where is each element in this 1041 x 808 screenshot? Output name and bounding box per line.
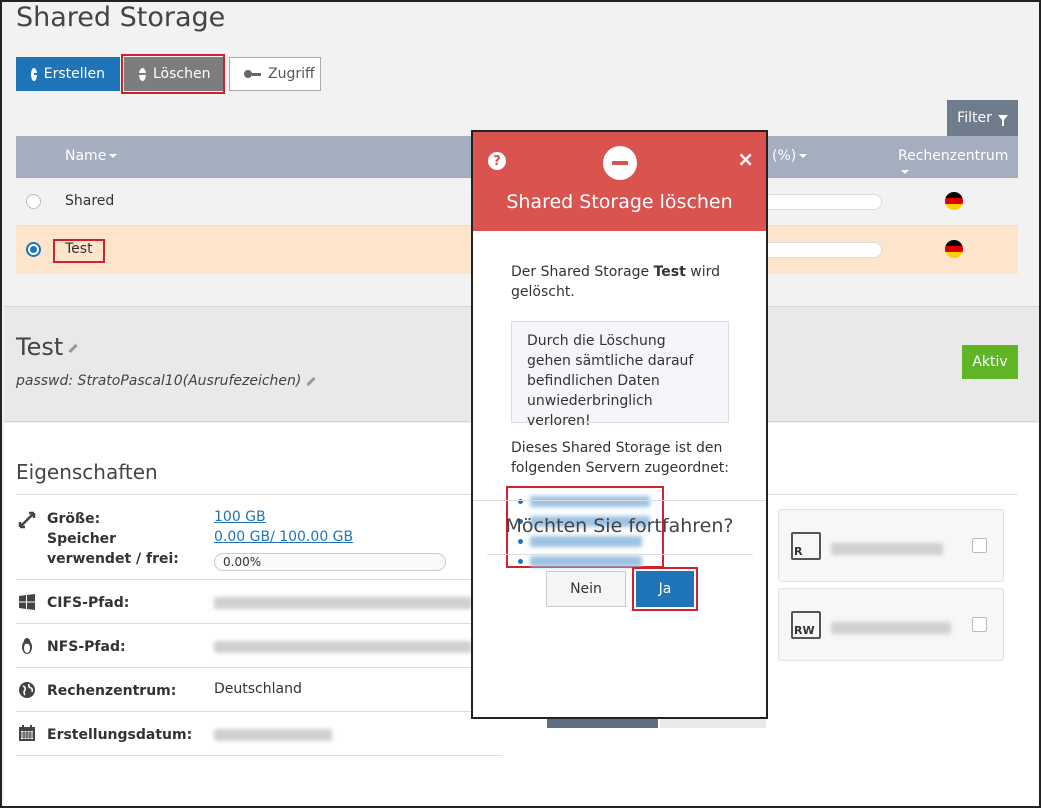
datacenter-value: Deutschland	[214, 681, 302, 697]
usage-progress: 0.00%	[214, 553, 446, 571]
detail-title: Test	[16, 333, 78, 361]
yes-button-highlight	[632, 567, 698, 611]
property-nfs: NFS-Pfad:	[16, 625, 502, 668]
properties-title: Eigenschaften	[16, 460, 158, 484]
server-card[interactable]: R	[778, 509, 1004, 582]
server-checkbox[interactable]	[972, 617, 987, 632]
calendar-icon	[19, 725, 35, 741]
property-created: Erstellungsdatum:	[16, 713, 502, 756]
key-icon	[244, 70, 261, 78]
page-title: Shared Storage	[16, 2, 226, 33]
column-header-usage[interactable]: (%)	[772, 148, 808, 164]
create-button[interactable]: Erstellen	[16, 57, 120, 91]
dialog-message: Der Shared Storage Test wird gelöscht.	[511, 264, 720, 300]
no-button[interactable]: Nein	[546, 571, 626, 607]
cifs-label: CIFS-Pfad:	[47, 595, 130, 611]
size-label: Größe:	[47, 511, 101, 527]
nfs-label: NFS-Pfad:	[47, 639, 126, 655]
size-value[interactable]: 100 GB	[214, 509, 266, 525]
assigned-servers-text: Dieses Shared Storage ist den folgenden …	[511, 440, 729, 476]
create-button-label: Erstellen	[43, 66, 105, 82]
linux-icon	[22, 638, 32, 654]
windows-icon	[19, 594, 35, 610]
property-cifs: CIFS-Pfad:	[16, 581, 502, 624]
server-card[interactable]: RW	[778, 588, 1004, 661]
close-icon[interactable]: ×	[737, 147, 754, 171]
server-read-write-icon: RW	[791, 611, 821, 639]
divider	[473, 500, 766, 501]
property-size: Größe: Speicher verwendet / frei: 100 GB…	[16, 509, 502, 580]
row-name: Shared	[65, 193, 115, 209]
status-badge: Aktiv	[962, 345, 1018, 379]
globe-icon	[19, 682, 35, 698]
list-item[interactable]	[518, 491, 652, 511]
row-radio-selected[interactable]	[26, 242, 41, 257]
datacenter-label: Rechenzentrum:	[47, 683, 177, 699]
detail-subtitle: passwd: StratoPascal10(Ausrufezeichen)	[16, 373, 316, 389]
cifs-value	[214, 597, 472, 613]
server-read-icon: R	[791, 532, 821, 560]
divider	[487, 554, 753, 555]
property-datacenter: Rechenzentrum: Deutschland	[16, 669, 502, 712]
pencil-icon[interactable]	[68, 343, 78, 353]
funnel-icon	[997, 115, 1008, 126]
warning-box: Durch die Löschung gehen sämtliche darau…	[511, 321, 729, 429]
access-button-label: Zugriff	[268, 66, 315, 82]
sort-caret-icon	[799, 154, 808, 158]
row-radio[interactable]	[26, 194, 41, 209]
used-value[interactable]: 0.00 GB/ 100.00 GB	[214, 529, 353, 545]
stop-icon	[603, 146, 637, 180]
confirm-question: Möchten Sie fortfahren?	[505, 515, 734, 537]
usage-bar	[756, 194, 882, 210]
help-icon[interactable]: ?	[488, 152, 506, 170]
app-window: Shared Storage Erstellen Löschen Zugriff…	[0, 0, 1041, 808]
germany-flag-icon	[945, 192, 963, 210]
sort-caret-icon	[901, 170, 909, 174]
column-header-datacenter[interactable]: Rechenzentrum	[898, 148, 1018, 180]
nfs-value	[214, 641, 472, 657]
access-button[interactable]: Zugriff	[229, 57, 321, 91]
usage-bar	[756, 242, 882, 258]
delete-dialog: ? × Shared Storage löschen Der Shared St…	[471, 130, 768, 719]
pencil-icon[interactable]	[306, 376, 316, 386]
created-label: Erstellungsdatum:	[47, 727, 193, 743]
delete-button-highlight	[121, 54, 225, 94]
filter-button[interactable]: Filter	[947, 100, 1018, 136]
dialog-title: Shared Storage löschen	[506, 191, 733, 213]
sort-caret-icon	[109, 154, 118, 158]
resize-icon	[18, 511, 36, 529]
plus-circle-icon	[31, 67, 41, 81]
filter-button-label: Filter	[957, 110, 992, 126]
germany-flag-icon	[945, 240, 963, 258]
row-name-highlight	[53, 239, 105, 263]
dialog-header: ? × Shared Storage löschen	[473, 132, 766, 231]
created-value	[214, 729, 332, 745]
server-checkbox[interactable]	[972, 538, 987, 553]
column-header-name[interactable]: Name	[65, 148, 118, 164]
used-label: Speicher verwendet / frei:	[47, 531, 179, 567]
